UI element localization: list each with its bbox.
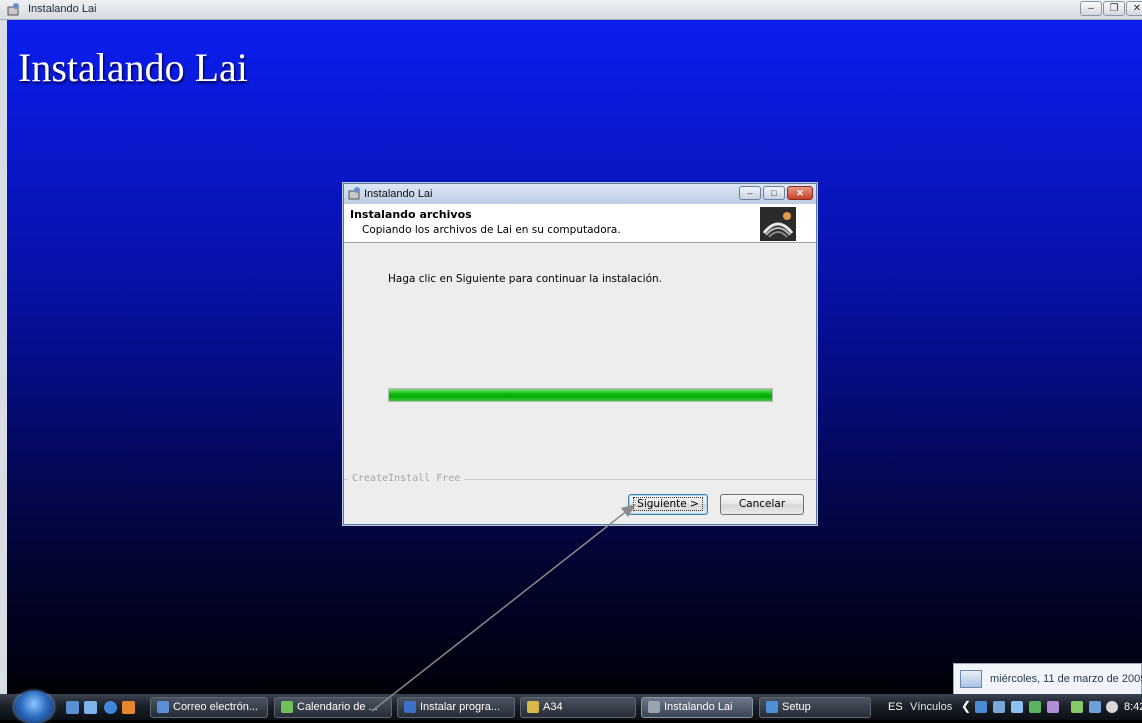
taskbar-button-label: Correo electrón... [173, 701, 258, 713]
installer-icon [7, 3, 19, 16]
tray-app-icon[interactable] [1011, 701, 1023, 713]
setup-icon [766, 701, 778, 714]
dialog-close-button[interactable]: ✕ [787, 186, 813, 200]
progress-fill [389, 389, 772, 401]
mail-icon [157, 701, 169, 714]
date-tooltip: miércoles, 11 de marzo de 2009 [953, 663, 1142, 695]
word-document-icon [404, 701, 416, 714]
show-desktop-icon[interactable] [66, 701, 79, 714]
dialog-minimize-button[interactable]: – [739, 186, 761, 200]
window-title: Instalando Lai [28, 3, 97, 15]
network-icon[interactable] [975, 701, 987, 713]
step-title: Instalando archivos [350, 208, 472, 221]
switch-windows-icon[interactable] [84, 701, 97, 714]
volume-icon[interactable] [1106, 701, 1118, 713]
taskbar-button-label: Instalando Lai [664, 701, 733, 713]
branding-label: CreateInstall Free [348, 473, 465, 484]
instruction-text: Haga clic en Siguiente para continuar la… [388, 273, 662, 285]
next-button[interactable]: Siguiente > [628, 494, 708, 515]
network-status-icon[interactable] [1089, 701, 1101, 713]
cancel-button-label: Cancelar [738, 498, 786, 510]
dialog-maximize-button[interactable]: □ [763, 186, 785, 200]
next-button-label: Siguiente > [633, 497, 703, 511]
product-logo-icon [760, 207, 796, 241]
taskbar-button[interactable]: Instalar progra... [397, 697, 515, 718]
calendar-icon [960, 670, 982, 688]
start-button[interactable] [14, 691, 54, 723]
links-toolbar[interactable]: Vínculos [910, 701, 952, 713]
tray-app-icon[interactable] [993, 701, 1005, 713]
taskbar-button[interactable]: Setup [759, 697, 871, 718]
internet-explorer-icon[interactable] [104, 701, 117, 714]
clock[interactable]: 8:42 [1124, 701, 1142, 713]
taskbar-button-label: Instalar progra... [420, 701, 501, 713]
system-tray: ES Vínculos ❮ 8:42 [876, 694, 1142, 720]
minimize-button[interactable]: – [1080, 1, 1102, 16]
taskbar: Correo electrón... Calendario de ... Insta… [0, 691, 1142, 723]
date-text: miércoles, 11 de marzo de 2009 [990, 673, 1142, 685]
taskbar-button[interactable]: Instalando Lai [641, 697, 753, 718]
restore-button[interactable]: ❐ [1103, 1, 1125, 16]
safely-remove-icon[interactable] [1071, 701, 1083, 713]
folder-icon [527, 701, 539, 714]
taskbar-button[interactable]: Correo electrón... [150, 697, 268, 718]
page-title: Instalando Lai [18, 45, 248, 90]
installer-icon [348, 187, 360, 200]
dialog-title: Instalando Lai [364, 188, 433, 200]
close-button[interactable]: ✕ [1126, 1, 1142, 16]
calendar-icon [281, 701, 293, 714]
installer-icon [648, 701, 660, 714]
dialog-title-bar[interactable]: Instalando Lai – □ ✕ [344, 184, 816, 204]
taskbar-button-label: Setup [782, 701, 811, 713]
progress-bar [388, 388, 773, 402]
tray-app-icon[interactable] [1029, 701, 1041, 713]
installer-dialog: Instalando Lai – □ ✕ Instalando archivos… [343, 183, 817, 525]
window-title-bar[interactable]: Instalando Lai – ❐ ✕ [0, 0, 1142, 20]
cancel-button[interactable]: Cancelar [720, 494, 804, 515]
tray-app-icon[interactable] [1047, 701, 1059, 713]
taskbar-button-label: A34 [543, 701, 563, 713]
media-player-icon[interactable] [122, 701, 135, 714]
chevron-left-icon[interactable]: ❮ [961, 699, 971, 713]
language-indicator[interactable]: ES [888, 701, 903, 713]
window-left-frame [0, 20, 7, 694]
step-subtitle: Copiando los archivos de Lai en su compu… [362, 224, 621, 236]
taskbar-button[interactable]: Calendario de ... [274, 697, 392, 718]
taskbar-button-label: Calendario de ... [297, 701, 378, 713]
dialog-header: Instalando archivos Copiando los archivo… [344, 204, 816, 243]
taskbar-button[interactable]: A34 [520, 697, 636, 718]
